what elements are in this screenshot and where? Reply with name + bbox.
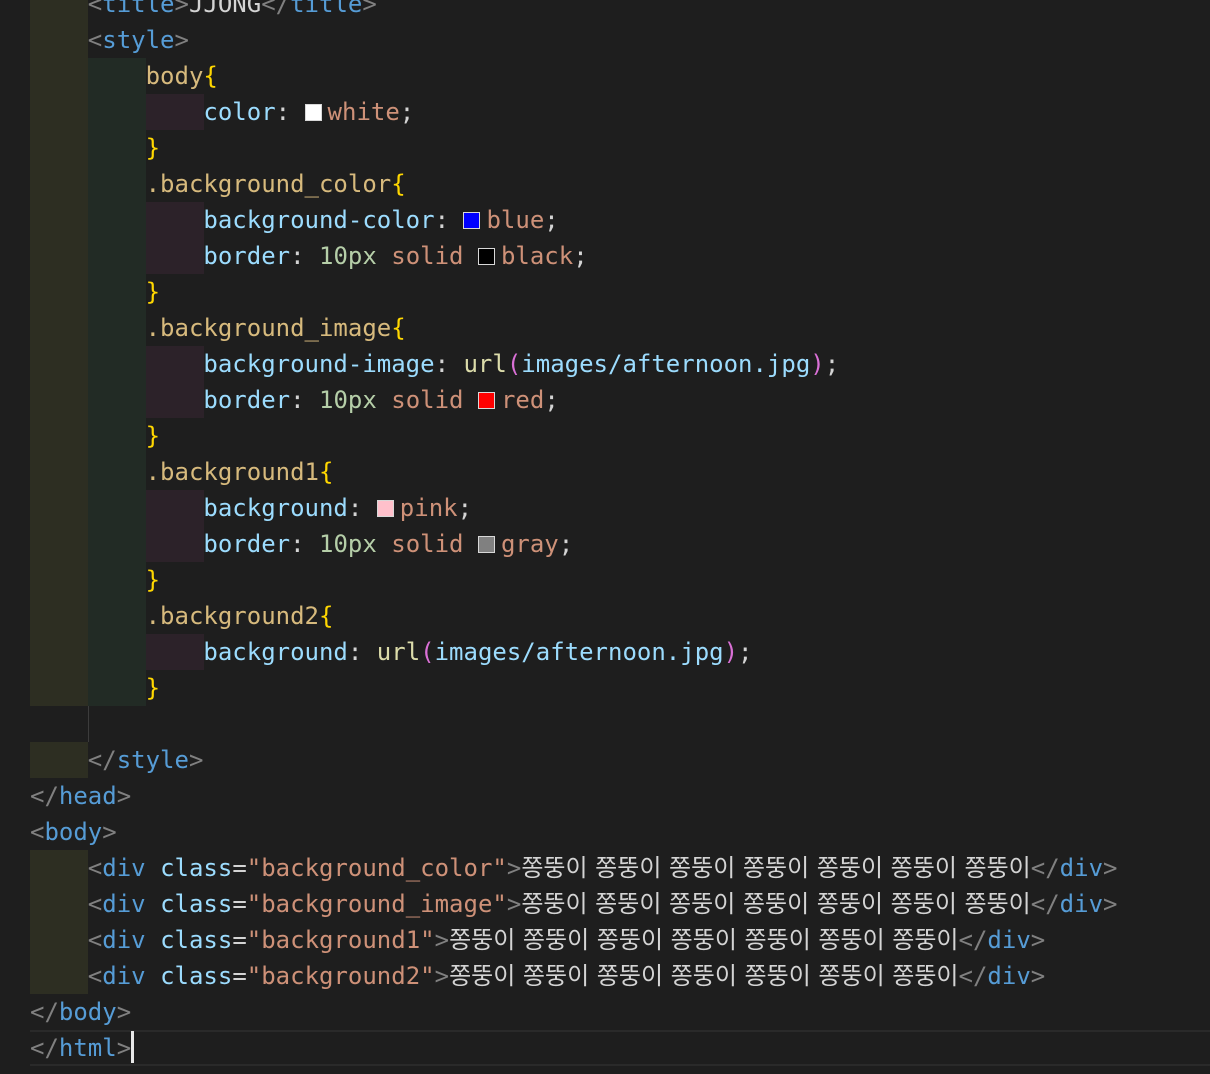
css-property: border xyxy=(203,242,291,270)
css-url-path: images/afternoon.jpg xyxy=(434,638,724,666)
css-value: solid xyxy=(391,386,464,414)
css-url-path: images/afternoon.jpg xyxy=(521,350,811,378)
css-number: 10px xyxy=(319,386,377,414)
css-value: blue xyxy=(486,206,545,234)
code-line-current[interactable]: </html> xyxy=(30,1030,1210,1066)
div-text: 쫑뚱이 쫑뚱이 쫑뚱이 쫑뚱이 쫑뚱이 쫑뚱이 쫑뚱이 xyxy=(449,926,959,954)
div-text: 쫑뚱이 쫑뚱이 쫑뚱이 쫑뚱이 쫑뚱이 쫑뚱이 쫑뚱이 xyxy=(521,854,1031,882)
tag-name: div xyxy=(1059,854,1104,882)
css-function: url xyxy=(376,638,421,666)
css-property: color xyxy=(203,98,276,126)
attr-value: "background_color" xyxy=(246,854,507,882)
tag-name: title xyxy=(290,0,363,18)
css-value: pink xyxy=(399,494,458,522)
tag-name: div xyxy=(102,962,146,990)
tag-name: div xyxy=(102,926,146,954)
code-line[interactable]: } xyxy=(30,670,1210,706)
tag-name: body xyxy=(44,818,103,846)
attr-value: "background1" xyxy=(246,926,435,954)
css-selector: .background2 xyxy=(145,602,319,630)
css-value: gray xyxy=(500,530,559,558)
code-line[interactable]: <div class="background1">쫑뚱이 쫑뚱이 쫑뚱이 쫑뚱이… xyxy=(30,922,1210,958)
code-line[interactable]: <div class="background_color">쫑뚱이 쫑뚱이 쫑뚱… xyxy=(30,850,1210,886)
div-text: 쫑뚱이 쫑뚱이 쫑뚱이 쫑뚱이 쫑뚱이 쫑뚱이 쫑뚱이 xyxy=(521,890,1031,918)
css-value: red xyxy=(500,386,545,414)
tag-name: div xyxy=(1059,890,1104,918)
code-line[interactable]: .background1{ xyxy=(30,454,1210,490)
div-text: 쫑뚱이 쫑뚱이 쫑뚱이 쫑뚱이 쫑뚱이 쫑뚱이 쫑뚱이 xyxy=(449,962,959,990)
css-value: solid xyxy=(391,242,464,270)
css-selector: .background_image xyxy=(145,314,392,342)
code-line[interactable]: color: white; xyxy=(30,94,1210,130)
css-property: background xyxy=(203,638,348,666)
css-property: background-color xyxy=(203,206,435,234)
code-line[interactable]: background-image: url(images/afternoon.j… xyxy=(30,346,1210,382)
css-selector: body xyxy=(145,62,204,90)
css-property: border xyxy=(203,386,291,414)
tag-name: style xyxy=(116,746,189,774)
attr-name: class xyxy=(160,962,233,990)
css-value: black xyxy=(500,242,574,270)
code-line[interactable]: border: 10px solid red; xyxy=(30,382,1210,418)
code-line[interactable]: } xyxy=(30,418,1210,454)
css-number: 10px xyxy=(319,530,377,558)
code-line[interactable]: background: pink; xyxy=(30,490,1210,526)
tag-name: div xyxy=(987,926,1031,954)
css-property: background xyxy=(203,494,348,522)
code-line[interactable]: </head> xyxy=(30,778,1210,814)
code-line[interactable]: <style> xyxy=(30,22,1210,58)
tag-name: div xyxy=(102,854,146,882)
code-line[interactable]: } xyxy=(30,130,1210,166)
attr-value: "background_image" xyxy=(246,890,507,918)
code-line[interactable]: <body> xyxy=(30,814,1210,850)
code-line[interactable]: background-color: blue; xyxy=(30,202,1210,238)
code-line[interactable]: border: 10px solid gray; xyxy=(30,526,1210,562)
code-line[interactable]: </style> xyxy=(30,742,1210,778)
css-value: white xyxy=(327,98,400,126)
color-swatch-red[interactable] xyxy=(477,392,495,409)
color-swatch-white[interactable] xyxy=(304,104,322,121)
title-text: JJONG xyxy=(188,0,262,18)
code-line[interactable]: } xyxy=(30,274,1210,310)
css-selector: .background1 xyxy=(145,458,319,486)
tag-name: style xyxy=(102,26,175,54)
color-swatch-blue[interactable] xyxy=(463,212,481,229)
code-line-blank[interactable] xyxy=(30,706,1210,742)
css-function: url xyxy=(463,350,507,378)
tag-name: div xyxy=(987,962,1031,990)
tag-name: body xyxy=(58,998,117,1026)
css-selector: .background_color xyxy=(145,170,392,198)
css-number: 10px xyxy=(319,242,377,270)
code-line[interactable]: .background_color{ xyxy=(30,166,1210,202)
code-line[interactable]: background: url(images/afternoon.jpg); xyxy=(30,634,1210,670)
attr-value: "background2" xyxy=(246,962,435,990)
css-property: background-image xyxy=(203,350,435,378)
color-swatch-pink[interactable] xyxy=(376,500,394,517)
attr-name: class xyxy=(160,926,233,954)
text-cursor xyxy=(131,1031,135,1063)
code-line[interactable]: </body> xyxy=(30,994,1210,1030)
tag-name: head xyxy=(58,782,117,810)
code-line[interactable]: <title>JJONG</title> xyxy=(30,0,1210,22)
color-swatch-gray[interactable] xyxy=(477,536,495,553)
code-line[interactable]: .background2{ xyxy=(30,598,1210,634)
code-line[interactable]: .background_image{ xyxy=(30,310,1210,346)
css-property: border xyxy=(203,530,291,558)
code-line[interactable]: body{ xyxy=(30,58,1210,94)
tag-name: div xyxy=(102,890,146,918)
tag-name: title xyxy=(102,0,175,18)
code-line[interactable]: border: 10px solid black; xyxy=(30,238,1210,274)
css-value: solid xyxy=(391,530,464,558)
attr-name: class xyxy=(160,890,233,918)
tag-name: html xyxy=(58,1034,117,1062)
code-line[interactable]: <div class="background_image">쫑뚱이 쫑뚱이 쫑뚱… xyxy=(30,886,1210,922)
code-line[interactable]: } xyxy=(30,562,1210,598)
code-line[interactable]: <div class="background2">쫑뚱이 쫑뚱이 쫑뚱이 쫑뚱이… xyxy=(30,958,1210,994)
code-editor[interactable]: <title>JJONG</title> <style> body{ color… xyxy=(0,0,1210,1074)
attr-name: class xyxy=(160,854,233,882)
color-swatch-black[interactable] xyxy=(477,248,495,265)
